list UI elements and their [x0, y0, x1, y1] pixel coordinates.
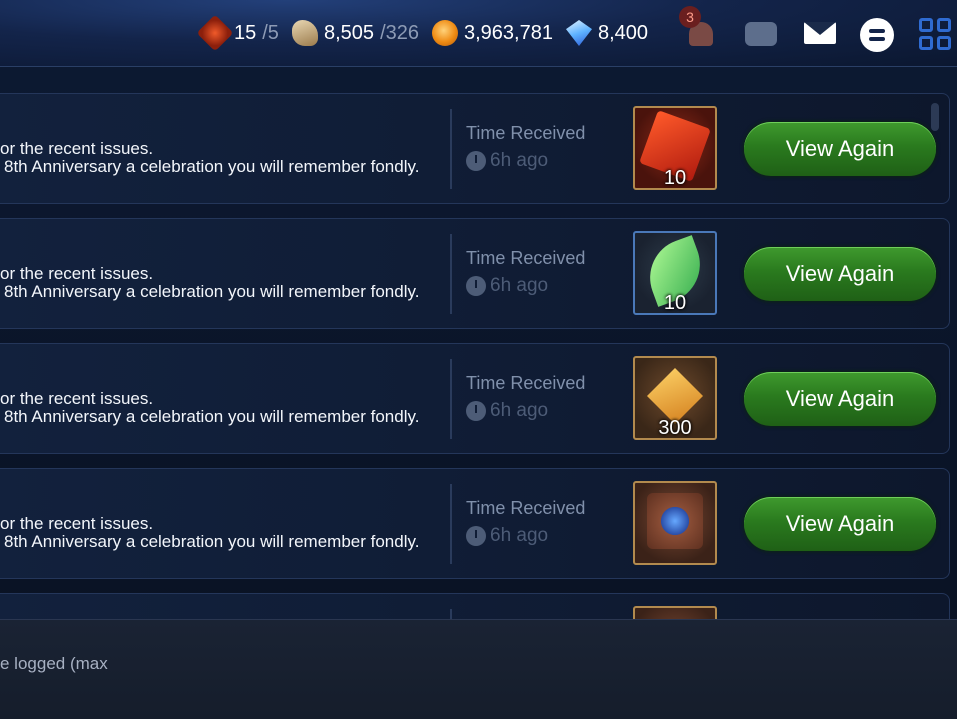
timer-icon: [466, 401, 486, 421]
notification-badge: 3: [679, 6, 701, 28]
chat-button[interactable]: [858, 14, 898, 54]
time-received-value: 6h ago: [466, 275, 548, 297]
reward-quantity: 10: [663, 292, 687, 314]
party-button[interactable]: [741, 14, 781, 54]
blue-flower-tome-icon: [647, 493, 703, 549]
horse-resource[interactable]: 8,505/326: [292, 16, 419, 50]
mail-row[interactable]: or the recent issues. 8th Anniversary a …: [0, 343, 950, 454]
gem-resource[interactable]: 8,400: [566, 16, 648, 50]
horse-stamina-icon: [292, 20, 318, 46]
gold-fist-emblem-icon: [647, 368, 703, 424]
reward-item[interactable]: [633, 606, 717, 619]
time-received-value: 6h ago: [466, 150, 548, 172]
time-received-label: Time Received: [466, 248, 586, 268]
time-received-label: Time Received: [466, 498, 586, 518]
grid-menu-icon: [919, 18, 933, 32]
time-received-label: Time Received: [466, 123, 586, 143]
timer-icon: [466, 526, 486, 546]
gold-coin-icon: [432, 20, 458, 46]
view-again-button[interactable]: View Again: [744, 372, 936, 426]
stamina-resource[interactable]: 15/5: [196, 14, 279, 52]
mail-text-line1: or the recent issues.: [0, 264, 154, 283]
mail-text-line2: 8th Anniversary a celebration you will r…: [4, 532, 420, 551]
crystal-gem-icon: [566, 20, 592, 46]
reward-quantity: 10: [663, 167, 687, 189]
top-bar: 15/5 8,505/326 3,963,781 8,400 3: [0, 0, 957, 67]
reward-item[interactable]: 300: [633, 356, 717, 440]
time-received-value: 6h ago: [466, 400, 548, 422]
divider: [450, 484, 452, 564]
mail-text-line2: 8th Anniversary a celebration you will r…: [4, 282, 420, 301]
mail-row[interactable]: or the recent issues. 8th Anniversary a …: [0, 468, 950, 579]
view-again-button[interactable]: View Again: [744, 497, 936, 551]
reward-item[interactable]: 10: [633, 106, 717, 190]
gold-value: 3,963,781: [464, 21, 553, 44]
scrollbar[interactable]: [931, 103, 939, 131]
mail-text-line1: or the recent issues.: [0, 389, 154, 408]
mail-text-line1: or the recent issues.: [0, 514, 154, 533]
gold-resource[interactable]: 3,963,781: [432, 16, 553, 50]
time-received-label: Time Received: [466, 373, 586, 393]
mail-text-line2: 8th Anniversary a celebration you will r…: [4, 407, 420, 426]
footer-note: e logged (max: [0, 654, 108, 673]
mail-row[interactable]: or the recent issues. 8th Anniversary a …: [0, 93, 950, 204]
party-icon: [745, 22, 777, 46]
stamina-value: 15: [234, 21, 257, 44]
reward-item[interactable]: 10: [633, 231, 717, 315]
divider: [450, 609, 452, 619]
mail-text-line1: or the recent issues.: [0, 139, 154, 158]
stamina-sword-icon: [196, 14, 234, 52]
stamina-max: /5: [262, 21, 279, 44]
divider: [450, 234, 452, 314]
time-received-value: 6h ago: [466, 525, 548, 547]
horse-value: 8,505: [324, 21, 375, 44]
main-menu-button[interactable]: [917, 14, 957, 54]
horse-max: /326: [380, 21, 419, 44]
mail-list[interactable]: or the recent issues. 8th Anniversary a …: [0, 93, 952, 619]
mail-row-partial[interactable]: [0, 593, 950, 619]
mailbox-button[interactable]: [801, 14, 841, 54]
reward-item[interactable]: [633, 481, 717, 565]
reward-quantity: 300: [658, 417, 692, 439]
view-again-button[interactable]: View Again: [744, 122, 936, 176]
timer-icon: [466, 276, 486, 296]
gem-value: 8,400: [598, 21, 649, 44]
timer-icon: [466, 151, 486, 171]
mail-text-line2: 8th Anniversary a celebration you will r…: [4, 157, 420, 176]
chat-icon: [860, 18, 894, 52]
view-again-button[interactable]: View Again: [744, 247, 936, 301]
mail-row[interactable]: or the recent issues. 8th Anniversary a …: [0, 218, 950, 329]
notification-bell-button[interactable]: 3: [679, 6, 721, 54]
footer-panel: e logged (max: [0, 619, 957, 719]
divider: [450, 359, 452, 439]
divider: [450, 109, 452, 189]
